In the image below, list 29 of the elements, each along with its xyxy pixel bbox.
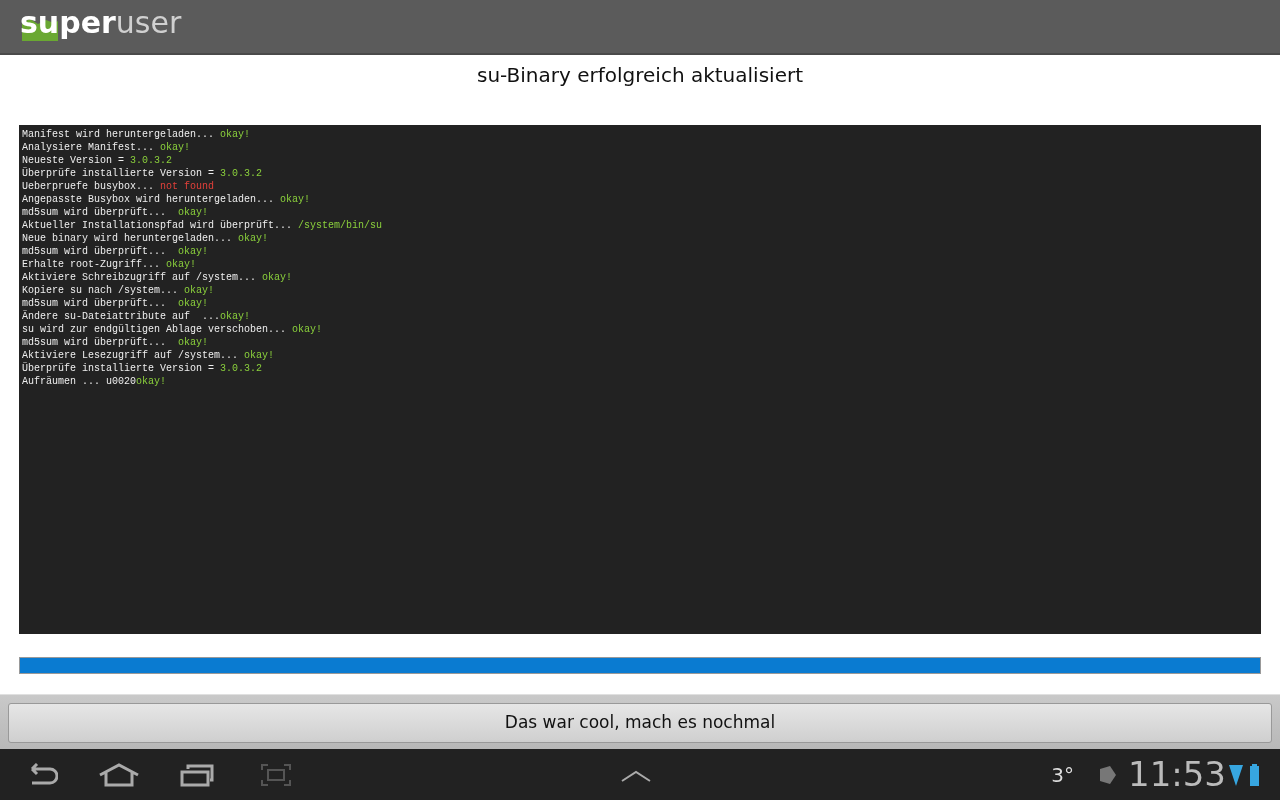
log-line: Überprüfe installierte Version = 3.0.3.2 bbox=[22, 167, 264, 181]
repeat-button[interactable]: Das war cool, mach es nochmal bbox=[8, 703, 1272, 743]
log-line: md5sum wird überprüft... okay! bbox=[22, 297, 210, 310]
log-line: Ueberpruefe busybox... not found bbox=[22, 180, 216, 194]
log-line: Aktueller Installationspfad wird überprüft... /system/bin/su bbox=[22, 219, 384, 233]
log-line: Neueste Version = 3.0.3.2 bbox=[22, 154, 174, 167]
log-line: Aktiviere Lesezugriff auf /system... okay! bbox=[22, 349, 276, 362]
home-icon[interactable] bbox=[98, 762, 140, 787]
log-line: Manifest wird heruntergeladen... okay! bbox=[22, 128, 252, 142]
log-line: md5sum wird überprüft... okay! bbox=[22, 206, 210, 220]
clock-text: 11:53 bbox=[1128, 753, 1226, 796]
log-line: Aufräumen ... u0020okay! bbox=[22, 375, 168, 389]
log-line: Angepasste Busybox wird heruntergeladen... okay! bbox=[22, 193, 312, 207]
log-line: Neue binary wird heruntergeladen... okay! bbox=[22, 232, 270, 246]
dialog-title: su-Binary erfolgreich aktualisiert bbox=[476, 61, 804, 89]
battery-icon[interactable] bbox=[1248, 762, 1260, 787]
log-line: md5sum wird überprüft... okay! bbox=[22, 336, 210, 350]
log-line: Kopiere su nach /system... okay! bbox=[22, 284, 216, 298]
log-line: su wird zur endgültigen Ablage verschoben... okay! bbox=[22, 323, 324, 337]
temperature-text: 3° bbox=[1051, 761, 1074, 789]
app-logo: superuser bbox=[20, 3, 182, 42]
log-line: Erhalte root-Zugriff... okay! bbox=[22, 258, 198, 272]
log-line: Ändere su-Dateiattribute auf ...okay! bbox=[22, 310, 252, 324]
log-line: md5sum wird überprüft... okay! bbox=[22, 245, 210, 259]
log-line: Analysiere Manifest... okay! bbox=[22, 141, 192, 155]
log-line: Überprüfe installierte Version = 3.0.3.2 bbox=[22, 362, 264, 376]
recent-apps-icon[interactable] bbox=[180, 762, 214, 787]
wifi-icon[interactable] bbox=[1228, 762, 1244, 787]
log-line: Aktiviere Schreibzugriff auf /system... okay! bbox=[22, 271, 294, 285]
